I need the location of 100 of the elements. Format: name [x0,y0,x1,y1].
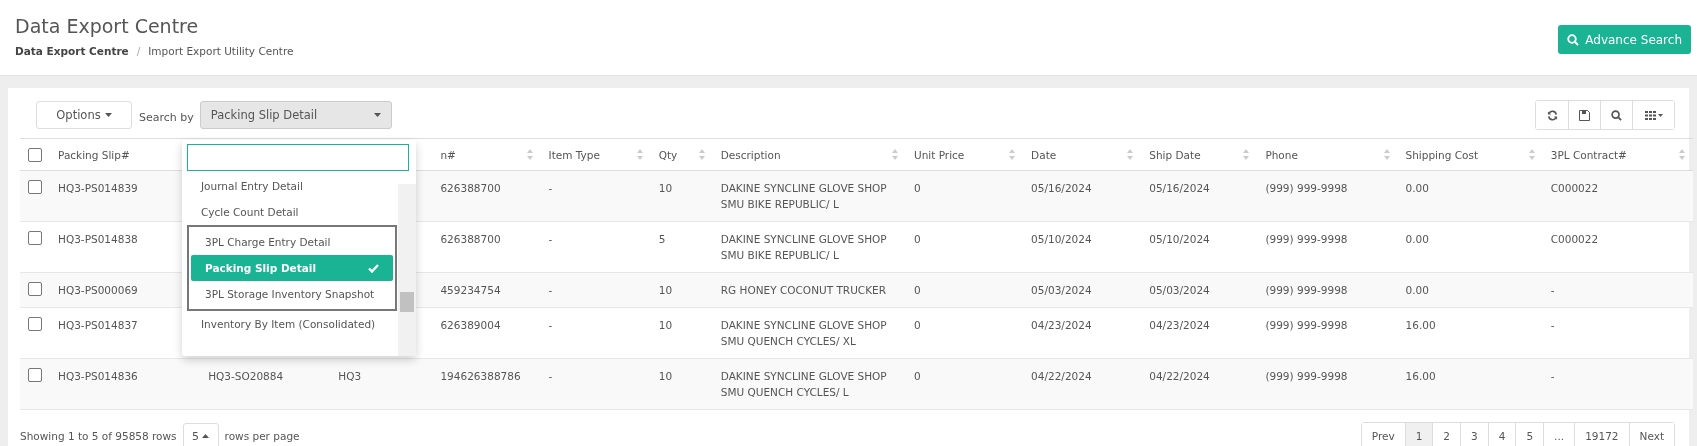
table-cell: 626388700 [440,233,501,245]
table-cell: DAKINE SYNCLINE GLOVE SHOP SMU QUENCH CYCLES/ XL [720,319,887,347]
sort-icon [698,149,705,160]
select-all-checkbox[interactable] [28,147,42,162]
row-checkbox[interactable] [28,180,42,194]
table-cell: - [1550,284,1555,296]
showing-rows-text: Showing 1 to 5 of 95858 rows [20,430,177,442]
table-cell: 459234754 [440,284,501,296]
table-cell: (999) 999-9998 [1265,233,1348,245]
table-cell: 0.00 [1405,284,1429,296]
table-cell: 194626388786 [440,370,521,382]
table-cell: 10 [658,284,673,296]
dropdown-item[interactable]: 3PL Storage Inventory Snapshot [191,281,393,307]
table-cell: HQ3-PS014836 [58,370,138,382]
page-size-select[interactable]: 5 [182,423,219,446]
table-cell: 10 [658,182,673,194]
table-cell: HQ3-PS014837 [58,319,138,331]
table-cell: 0 [914,284,921,296]
table-cell: 626388700 [440,182,501,194]
table-cell: 05/10/2024 [1031,233,1092,245]
table-cell: 16.00 [1405,319,1436,331]
row-checkbox[interactable] [28,317,42,331]
column-header[interactable]: Packing Slip# [58,148,130,161]
refresh-icon [1546,109,1558,121]
table-cell: - [1550,370,1555,382]
table-cell: C000022 [1550,182,1599,194]
sort-icon [526,149,533,160]
table-cell: - [548,370,553,382]
caret-icon [373,113,381,117]
page-button[interactable]: 1 [1404,423,1433,446]
table-cell: HQ3-PS014838 [58,233,138,245]
table-cell: 05/10/2024 [1149,233,1210,245]
table-cell: HQ3-PS014839 [58,182,138,194]
table-cell: HQ3 [338,370,362,382]
table-cell: 0.00 [1405,233,1429,245]
sort-icon [892,149,898,160]
column-header[interactable]: Phone [1265,148,1298,161]
column-header[interactable]: Unit Price [914,148,965,161]
table-cell: 0 [914,182,921,194]
table-cell: (999) 999-9998 [1265,284,1348,296]
table-cell: - [548,182,553,194]
table-cell: HQ3-SO20884 [208,370,284,382]
column-header[interactable]: Date [1031,148,1057,161]
column-header[interactable]: n# [440,148,456,161]
table-cell: 04/23/2024 [1149,319,1210,331]
table-cell: (999) 999-9998 [1265,182,1348,194]
dropdown-item[interactable]: Inventory By Item (Consolidated) [187,311,397,337]
scrollbar[interactable] [398,184,416,356]
column-header[interactable]: Description [720,148,781,161]
sort-icon [1679,149,1685,160]
page-button[interactable]: Next [1628,423,1674,446]
sort-icon [1127,149,1134,160]
table-cell: - [1550,319,1555,331]
page-title: Data Export Centre [15,15,200,37]
table-cell: 10 [658,370,673,382]
table-cell: DAKINE SYNCLINE GLOVE SHOP SMU BIKE REPUBLIC/ L [720,233,887,261]
table-cell: DAKINE SYNCLINE GLOVE SHOP SMU BIKE REPUBLIC/ L [720,182,887,210]
dropdown-item[interactable]: 3PL Charge Entry Detail [191,229,393,255]
table-cell: 04/23/2024 [1031,319,1092,331]
table-cell: C000022 [1550,233,1599,245]
table-cell: 05/16/2024 [1149,182,1210,194]
breadcrumb-item[interactable]: Data Export Centre [15,45,129,57]
row-checkbox[interactable] [28,231,42,245]
dropdown-search-field[interactable] [187,144,409,171]
table-cell: 0.00 [1405,182,1429,194]
table-cell: - [548,319,553,331]
table-cell: RG HONEY COCONUT TRUCKER [720,284,886,296]
sort-icon [1528,149,1535,160]
column-header[interactable]: 3PL Contract# [1550,148,1627,161]
check-icon [368,263,379,273]
table-cell: 05/16/2024 [1031,182,1092,194]
dropdown-item[interactable]: Journal Entry Detail [187,173,397,199]
search-by-select[interactable]: Packing Slip Detail [199,101,392,129]
options-button[interactable]: Options [36,101,132,129]
rows-per-page-label: rows per page [224,430,300,442]
table-cell: 0 [914,319,921,331]
column-header[interactable]: Item Type [548,148,600,161]
row-checkbox[interactable] [28,282,42,296]
row-checkbox[interactable] [28,368,42,382]
breadcrumb-item[interactable]: Import Export Utility Centre [148,45,294,57]
sort-icon [636,149,643,160]
search-by-label: Search by [139,110,194,124]
grid-icon [1644,110,1663,120]
column-header[interactable]: Shipping Cost [1405,148,1479,161]
table-cell: HQ3-PS000069 [58,284,138,296]
caret-icon [104,113,112,117]
scrollbar-thumb[interactable] [400,292,414,312]
table-cell: 04/22/2024 [1149,370,1210,382]
search-icon [1567,33,1580,46]
column-header[interactable]: Qty [658,148,678,161]
sort-icon [1383,149,1390,160]
table-cell: 0 [914,370,921,382]
sort-icon [1009,149,1016,160]
columns-button[interactable] [1632,101,1674,129]
dropdown-item[interactable]: Cycle Count Detail [187,199,397,225]
search-icon [1611,109,1622,121]
table-cell: 626389004 [440,319,501,331]
table-cell: 5 [658,233,666,245]
column-header[interactable]: Ship Date [1149,148,1201,161]
table-cell: (999) 999-9998 [1265,370,1348,382]
